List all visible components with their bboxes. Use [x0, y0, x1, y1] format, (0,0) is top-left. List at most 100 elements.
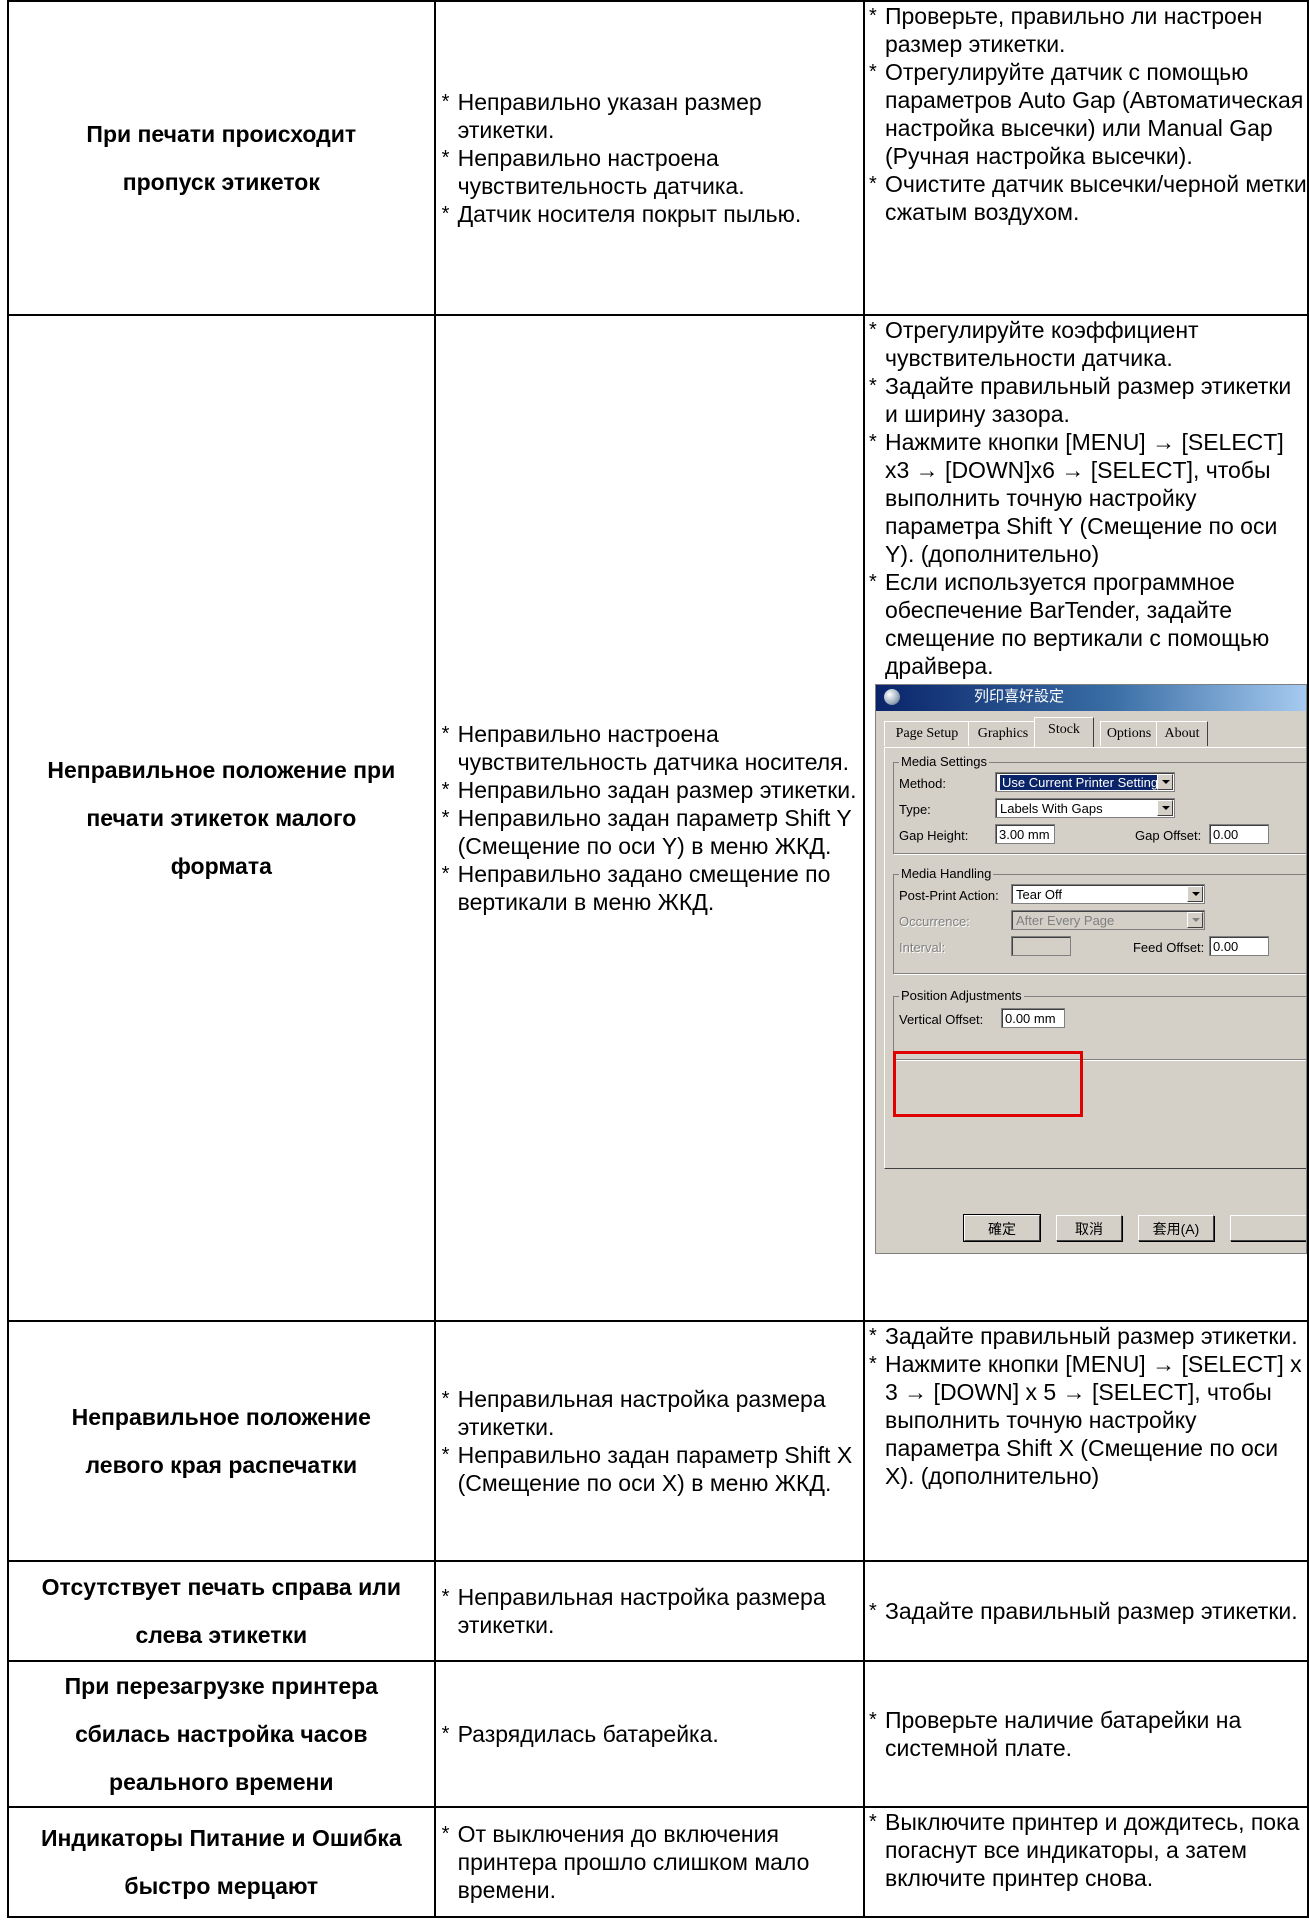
apply-button[interactable]: 套用(A)	[1137, 1215, 1214, 1241]
problem-line: сбилась настройка часов	[75, 1721, 368, 1747]
method-select[interactable]: Use Current Printer Setting	[994, 772, 1175, 792]
gap-offset-input[interactable]: 0.00	[1208, 824, 1269, 844]
cause-text: От выключения до включения принтера прош…	[457, 1821, 810, 1903]
post-print-label: Post-Print Action:	[898, 888, 999, 903]
problem-line: формата	[170, 853, 272, 879]
fix-text: Нажмите кнопки [MENU] → [SELECT] x3 → [D…	[884, 429, 1284, 567]
method-label: Method:	[898, 776, 946, 791]
vertical-offset-input[interactable]: 0.00 mm	[1000, 1008, 1065, 1028]
fix-text: Нажмите кнопки [MENU] → [SELECT] x 3 → […	[884, 1351, 1302, 1489]
dialog-title: 列印喜好設定	[973, 688, 1064, 705]
fix-text: Проверьте наличие батарейки на системной…	[884, 1707, 1242, 1761]
fix-text: Отрегулируйте датчик с помощью параметро…	[884, 59, 1304, 169]
cause-text: Неправильно настроена чувствительность д…	[457, 145, 745, 199]
problem-cell: При перезагрузке принтера сбилась настрой…	[7, 1660, 436, 1808]
list-item: * Задайте правильный размер этикетки.	[868, 1598, 1298, 1624]
list-item: * Неправильная настройка размера этикетки…	[441, 1386, 826, 1440]
feed-offset-label: Feed Offset:	[1132, 940, 1205, 955]
list-item: * Неправильная настройка размера этикетки…	[441, 1584, 826, 1638]
problem-line: Неправильное положение	[71, 1404, 371, 1430]
fix-text: Отрегулируйте коэффициент чувствительнос…	[884, 317, 1199, 371]
list-item: * Отрегулируйте коэффициент чувствительно…	[868, 317, 1199, 371]
tab-about[interactable]: About	[1155, 721, 1208, 746]
problem-cell: Индикаторы Питание и Ошибка быстро мерцаю…	[7, 1806, 436, 1918]
vertical-offset-label: Vertical Offset:	[898, 1012, 984, 1027]
fix-text: Задайте правильный размер этикетки и шир…	[884, 373, 1292, 427]
fix-cell: * Выключите принтер и дождитесь, пока пог…	[862, 1806, 1309, 1918]
cause-text: Неправильно задано смещение по вертикали…	[457, 861, 831, 915]
cause-cell: * Неправильно указан размер этикетки. * Не…	[433, 0, 865, 316]
problem-line: левого края распечатки	[85, 1452, 358, 1478]
fix-text: Проверьте, правильно ли настроен размер …	[884, 3, 1263, 57]
list-item: * Отрегулируйте датчик с помощью параметр…	[868, 59, 1304, 169]
problem-line: печати этикеток малого	[86, 805, 357, 831]
fix-text: Задайте правильный размер этикетки.	[884, 1323, 1298, 1349]
problem-cell: Неправильное положение левого края распеч…	[7, 1320, 436, 1562]
tab-options[interactable]: Options	[1099, 721, 1158, 746]
cause-cell: * Неправильная настройка размера этикетки…	[433, 1560, 865, 1662]
troubleshooting-table: При печати происходит пропуск этикеток * Н…	[7, 0, 1309, 1918]
problem-line: Отсутствует печать справа или	[41, 1574, 402, 1600]
problem-line: слева этикетки	[135, 1622, 308, 1648]
list-item: * Неправильно задан размер этикетки.	[441, 777, 857, 803]
media-settings-label: Media Settings	[898, 754, 989, 770]
gap-height-input[interactable]: 3.00 mm	[994, 824, 1055, 844]
cause-text: Неправильно задан параметр Shift X (Смещ…	[457, 1442, 853, 1496]
post-print-select[interactable]: Tear Off	[1010, 884, 1205, 904]
chevron-down-icon	[1156, 774, 1173, 790]
list-item: * Задайте правильный размер этикетки и ши…	[868, 373, 1292, 427]
ok-button[interactable]: 確定	[962, 1214, 1041, 1242]
feed-offset-input[interactable]: 0.00	[1208, 936, 1269, 956]
cause-text: Неправильно указан размер этикетки.	[457, 89, 762, 143]
list-item: * Неправильно указан размер этикетки.	[441, 89, 762, 143]
occurrence-select[interactable]: After Every Page	[1010, 910, 1205, 930]
cancel-button[interactable]: 取消	[1055, 1215, 1122, 1241]
fix-text: Если используется программное обеспечени…	[884, 569, 1270, 679]
position-adjustments-label: Position Adjustments	[898, 988, 1024, 1004]
problem-cell: Отсутствует печать справа или слева этике…	[7, 1560, 436, 1662]
interval-input[interactable]	[1010, 936, 1071, 956]
tab-graphics[interactable]: Graphics	[967, 721, 1038, 746]
problem-line: При перезагрузке принтера	[64, 1673, 378, 1699]
problem-line: реального времени	[109, 1769, 334, 1795]
help-button[interactable]	[1229, 1215, 1306, 1241]
list-item: * От выключения до включения принтера про…	[441, 1821, 810, 1903]
cause-text: Датчик носителя покрыт пылью.	[457, 201, 802, 227]
problem-line: Неправильное положение при	[47, 757, 396, 783]
list-item: * Проверьте, правильно ли настроен размер…	[868, 3, 1263, 57]
list-item: * Неправильно задано смещение по вертикал…	[441, 861, 831, 915]
fix-cell: * Проверьте наличие батарейки на системно…	[862, 1660, 1309, 1808]
printer-icon	[883, 689, 900, 705]
fix-text: Очистите датчик высечки/черной метки сжа…	[884, 171, 1307, 225]
table-row: При перезагрузке принтера сбилась настрой…	[7, 1660, 1309, 1808]
cause-cell: * Разрядилась батарейка.	[433, 1660, 865, 1808]
cause-text: Неправильная настройка размера этикетки.	[457, 1584, 826, 1638]
problem-cell: При печати происходит пропуск этикеток	[7, 0, 436, 316]
fix-cell: * Задайте правильный размер этикетки. * На…	[862, 1320, 1309, 1562]
list-item: * Неправильно настроена чувствительность …	[441, 145, 745, 199]
cause-text: Неправильно задан параметр Shift Y (Смещ…	[457, 805, 852, 859]
type-label: Type:	[898, 802, 931, 817]
fix-text: Задайте правильный размер этикетки.	[884, 1598, 1298, 1624]
fix-text: Выключите принтер и дождитесь, пока пога…	[884, 1809, 1300, 1891]
problem-line: При печати происходит	[86, 121, 357, 147]
list-item: * Неправильно настроена чувствительность …	[441, 721, 849, 775]
fix-cell: * Задайте правильный размер этикетки.	[862, 1560, 1309, 1662]
fix-cell: * Проверьте, правильно ли настроен размер…	[862, 0, 1309, 316]
occurrence-label: Occurrence:	[898, 914, 970, 929]
list-item: * Нажмите кнопки [MENU] → [SELECT] x3 → […	[868, 429, 1284, 567]
list-item: * Датчик носителя покрыт пылью.	[441, 201, 802, 227]
cause-cell: * От выключения до включения принтера про…	[433, 1806, 865, 1918]
tab-stock[interactable]: Stock	[1033, 717, 1094, 747]
list-item: * Нажмите кнопки [MENU] → [SELECT] x 3 → …	[868, 1351, 1302, 1489]
interval-label: Interval:	[898, 940, 946, 955]
problem-cell: Неправильное положение при печати этикето…	[7, 314, 436, 1322]
chevron-down-icon	[1186, 886, 1203, 902]
problem-line: быстро мерцают	[124, 1873, 319, 1899]
cause-text: Неправильно задан размер этикетки.	[457, 777, 857, 803]
type-select[interactable]: Labels With Gaps	[994, 798, 1175, 818]
list-item: * Неправильно задан параметр Shift X (Сме…	[441, 1442, 853, 1496]
printing-preferences-dialog: 列印喜好設定 Page Setup Graphics Stock Options…	[874, 684, 1307, 1254]
tab-page-setup[interactable]: Page Setup	[883, 721, 970, 746]
cause-cell: * Неправильная настройка размера этикетки…	[433, 1320, 865, 1562]
